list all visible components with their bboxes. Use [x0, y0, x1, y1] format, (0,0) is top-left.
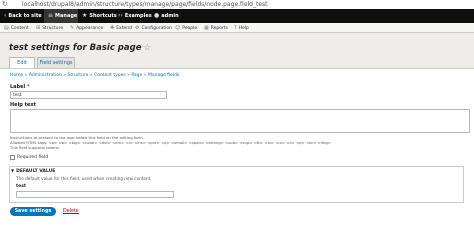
help-icon: ?: [234, 25, 237, 31]
shortcuts-tab[interactable]: ★ Shortcuts: [82, 9, 117, 23]
tray-item-help[interactable]: ? Help: [234, 23, 249, 33]
tokens-description: This field supports tokens.: [10, 145, 60, 150]
tray-item-extend[interactable]: ✚ Extend: [110, 23, 132, 33]
required-field-checkbox[interactable]: [10, 155, 15, 160]
collapse-triangle-icon: ▼: [11, 168, 15, 173]
star-icon: ★: [82, 12, 88, 19]
default-value-toggle[interactable]: ▼ DEFAULT VALUE: [11, 168, 55, 174]
default-field-label: test: [16, 184, 27, 189]
examples-tab[interactable]: ‹› Examples: [118, 9, 152, 23]
breadcrumb-home[interactable]: Home: [10, 73, 23, 78]
reports-icon: ▦: [204, 25, 209, 31]
page-title: test settings for Basic page ☆: [9, 43, 152, 53]
tray-item-reports[interactable]: ▦ Reports: [204, 23, 228, 33]
menu-icon: ≡: [48, 12, 54, 19]
breadcrumb-content-types[interactable]: Content types: [94, 73, 126, 78]
tray-item-content[interactable]: ▤ Content: [4, 23, 29, 33]
screen: { "browser": { "url": "localhost/drupal8…: [0, 0, 474, 244]
content-icon: ▤: [4, 25, 9, 31]
extend-icon: ✚: [110, 25, 115, 31]
delete-link[interactable]: Delete: [63, 209, 79, 214]
reload-icon[interactable]: ↻: [2, 0, 8, 9]
breadcrumb-page[interactable]: Page: [131, 73, 142, 78]
browser-url-bar[interactable]: ↻ localhost/drupal8/admin/structure/type…: [0, 0, 474, 9]
save-settings-button[interactable]: Save settings: [10, 207, 56, 216]
user-tab[interactable]: ● admin: [154, 9, 179, 23]
tray-item-people[interactable]: ☺ People: [175, 23, 197, 33]
tray-item-structure[interactable]: ⊞ Structure: [36, 23, 63, 33]
breadcrumb-manage-fields[interactable]: Manage fields: [148, 73, 179, 78]
user-icon: ●: [154, 12, 160, 19]
shortcut-star-icon[interactable]: ☆: [143, 43, 151, 53]
help-text-textarea[interactable]: [10, 109, 470, 133]
default-value-description: The default value for this field, used w…: [16, 176, 152, 181]
admin-tray: ▤ Content ⊞ Structure ✎ Appearance ✚ Extend …: [0, 23, 474, 33]
people-icon: ☺: [175, 25, 181, 31]
breadcrumb-administration[interactable]: Administration: [29, 73, 62, 78]
structure-icon: ⊞: [36, 25, 41, 31]
label-field-title: Label *: [10, 84, 30, 90]
help-text-title: Help text: [10, 102, 37, 108]
appearance-icon: ✎: [70, 25, 75, 31]
breadcrumb: Home » Administration » Structure » Cont…: [10, 73, 179, 78]
label-input[interactable]: test: [10, 91, 167, 99]
url-text[interactable]: localhost/drupal8/admin/structure/types/…: [22, 0, 268, 9]
admin-toolbar: ‹ Back to site ≡ Manage ★ Shortcuts ‹› Examp…: [0, 9, 474, 23]
required-field-label[interactable]: Required field: [17, 155, 48, 160]
default-value-input[interactable]: [16, 191, 174, 198]
code-icon: ‹›: [118, 12, 123, 19]
tray-item-configuration[interactable]: ⚙ Configuration: [135, 23, 172, 33]
chevron-left-icon: ‹: [4, 12, 7, 19]
required-mark: *: [27, 84, 30, 90]
breadcrumb-structure[interactable]: Structure: [67, 73, 88, 78]
manage-tab[interactable]: ≡ Manage: [44, 9, 78, 23]
tab-field-settings[interactable]: Field settings: [37, 57, 75, 68]
wrench-icon: ⚙: [135, 25, 140, 31]
back-to-site-link[interactable]: ‹ Back to site: [4, 9, 42, 23]
tray-item-appearance[interactable]: ✎ Appearance: [70, 23, 103, 33]
